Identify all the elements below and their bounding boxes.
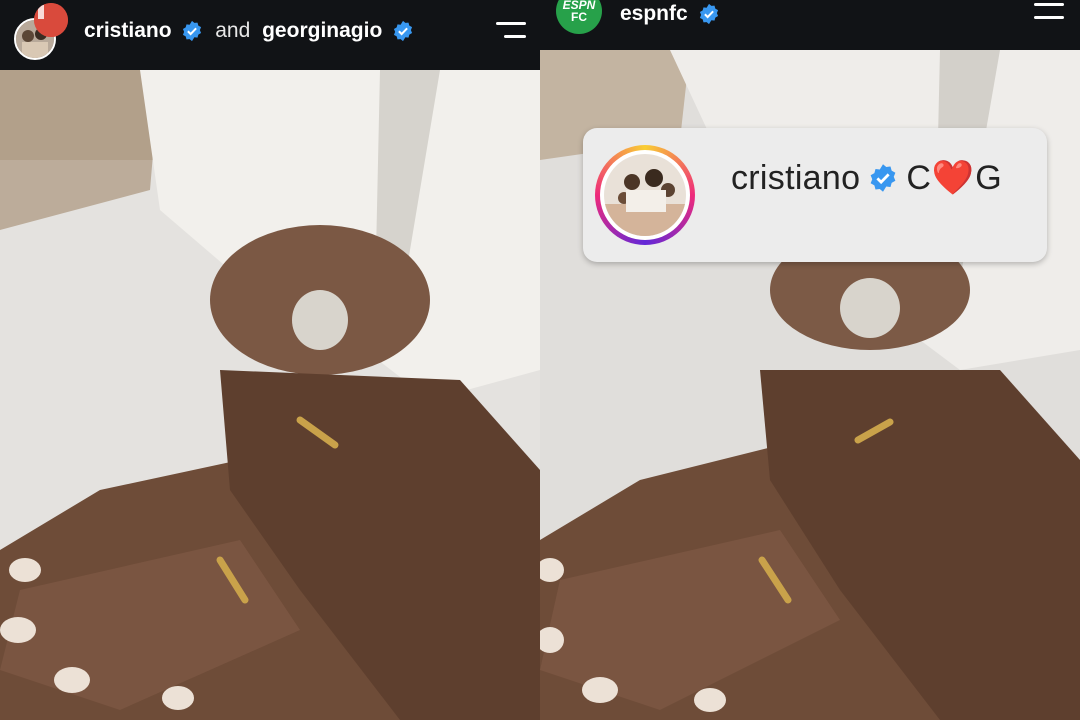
avatar-photo-icon	[604, 154, 686, 236]
connector-text: and	[215, 19, 251, 42]
verified-badge-icon	[870, 164, 896, 192]
mention-sticker[interactable]: cristiano C❤️G	[583, 128, 1047, 262]
story-header: cristiano and georginagio	[0, 0, 540, 70]
avatar-photo-icon	[34, 3, 68, 37]
story-panel-left: cristiano and georginagio	[0, 0, 540, 720]
verified-badge-icon	[394, 21, 413, 42]
logo-text-fc: FC	[571, 10, 587, 24]
mention-username[interactable]: cristiano	[731, 159, 860, 198]
username-georginagio[interactable]: georginagio	[262, 19, 382, 42]
verified-badge-icon	[183, 21, 202, 42]
mention-text: cristiano C❤️G	[731, 158, 1003, 198]
tag-letter-g: G	[975, 159, 1003, 197]
mention-avatar	[604, 154, 686, 236]
heart-icon: ❤️	[931, 159, 976, 197]
story-header: ESPN FC espnfc	[540, 0, 1080, 50]
story-photo	[0, 70, 540, 720]
menu-icon[interactable]	[1032, 3, 1064, 21]
username-espnfc[interactable]: espnfc	[620, 2, 688, 25]
menu-icon[interactable]	[494, 22, 526, 40]
mention-tag: C❤️G	[906, 158, 1002, 198]
username-cristiano[interactable]: cristiano	[84, 19, 172, 42]
story-username: espnfc	[620, 2, 720, 26]
espn-fc-logo[interactable]: ESPN FC	[556, 0, 602, 34]
story-panel-right: ESPN FC espnfc cristiano C❤️G	[540, 0, 1080, 720]
story-usernames: cristiano and georginagio	[84, 19, 414, 43]
hands-photo	[0, 70, 540, 720]
story-ring	[595, 145, 695, 245]
verified-badge-icon	[699, 4, 718, 25]
secondary-avatar[interactable]	[34, 3, 68, 37]
tag-letter-c: C	[906, 159, 932, 197]
